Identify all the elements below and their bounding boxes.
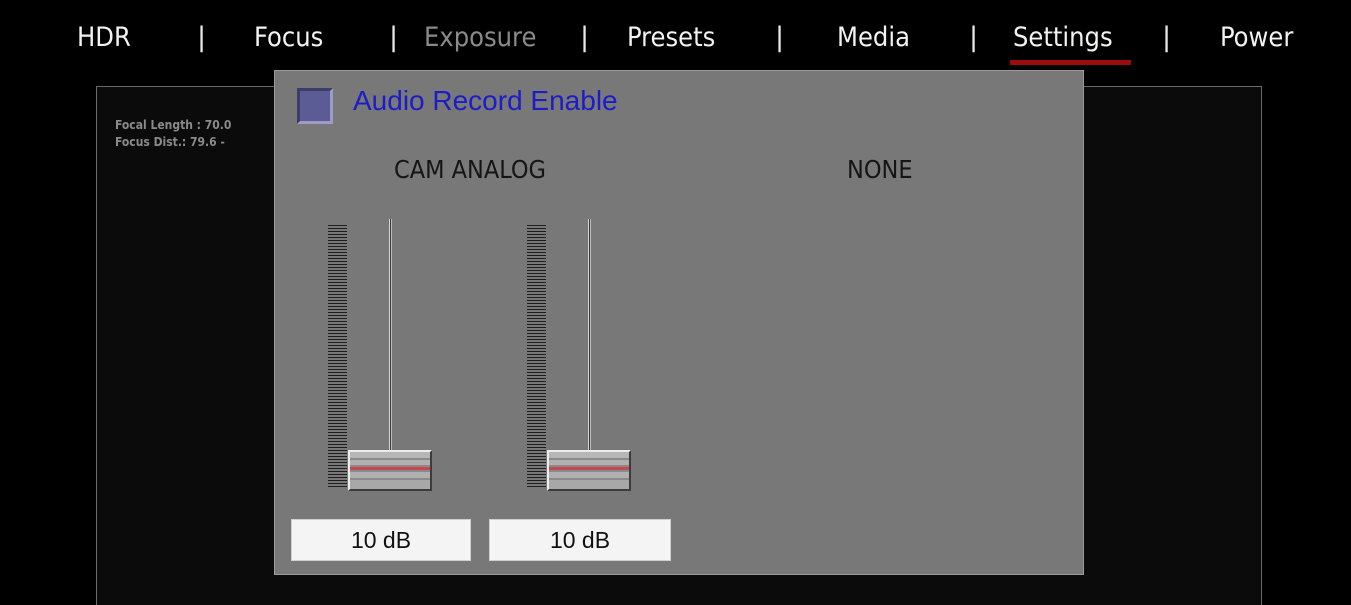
slider-scale-ticks	[328, 225, 347, 487]
menu-exposure[interactable]: Exposure	[424, 18, 536, 58]
slider-track[interactable]	[588, 219, 591, 485]
menu-separator: |	[969, 22, 979, 53]
menu-separator: |	[1162, 22, 1172, 53]
channel-1-gain-value[interactable]: 10 dB	[291, 519, 471, 561]
selected-tab-underline	[1010, 60, 1131, 65]
channel-1-source-label: CAM ANALOG	[394, 155, 546, 184]
audio-record-enable-label[interactable]: Audio Record Enable	[353, 85, 618, 117]
menu-hdr[interactable]: HDR	[77, 18, 131, 58]
slider-scale-ticks	[527, 225, 546, 487]
menu-settings[interactable]: Settings	[1013, 18, 1113, 58]
menu-separator: |	[197, 22, 207, 53]
channel-2-gain-slider[interactable]	[527, 219, 637, 499]
menu-separator: |	[580, 22, 590, 53]
focal-length-readout: Focal Length : 70.0	[115, 118, 232, 132]
audio-settings-dialog: Audio Record Enable CAM ANALOG NONE 10 d…	[274, 70, 1084, 575]
channel-2-source-label: NONE	[847, 155, 913, 184]
menu-presets[interactable]: Presets	[627, 18, 715, 58]
menu-separator: |	[389, 22, 399, 53]
camera-ui-screen: HDR | Focus | Exposure | Presets | Media…	[0, 0, 1351, 605]
audio-record-enable-checkbox[interactable]	[297, 88, 333, 124]
menu-separator: |	[775, 22, 785, 53]
menu-focus[interactable]: Focus	[254, 18, 323, 58]
menu-power[interactable]: Power	[1220, 18, 1293, 58]
channel-1-gain-slider[interactable]	[328, 219, 438, 499]
channel-2-gain-value[interactable]: 10 dB	[489, 519, 671, 561]
menu-media[interactable]: Media	[837, 18, 910, 58]
slider-track[interactable]	[389, 219, 392, 485]
slider-knob[interactable]	[547, 450, 631, 491]
focus-distance-readout: Focus Dist.: 79.6 -	[115, 135, 225, 149]
slider-knob[interactable]	[348, 450, 432, 491]
